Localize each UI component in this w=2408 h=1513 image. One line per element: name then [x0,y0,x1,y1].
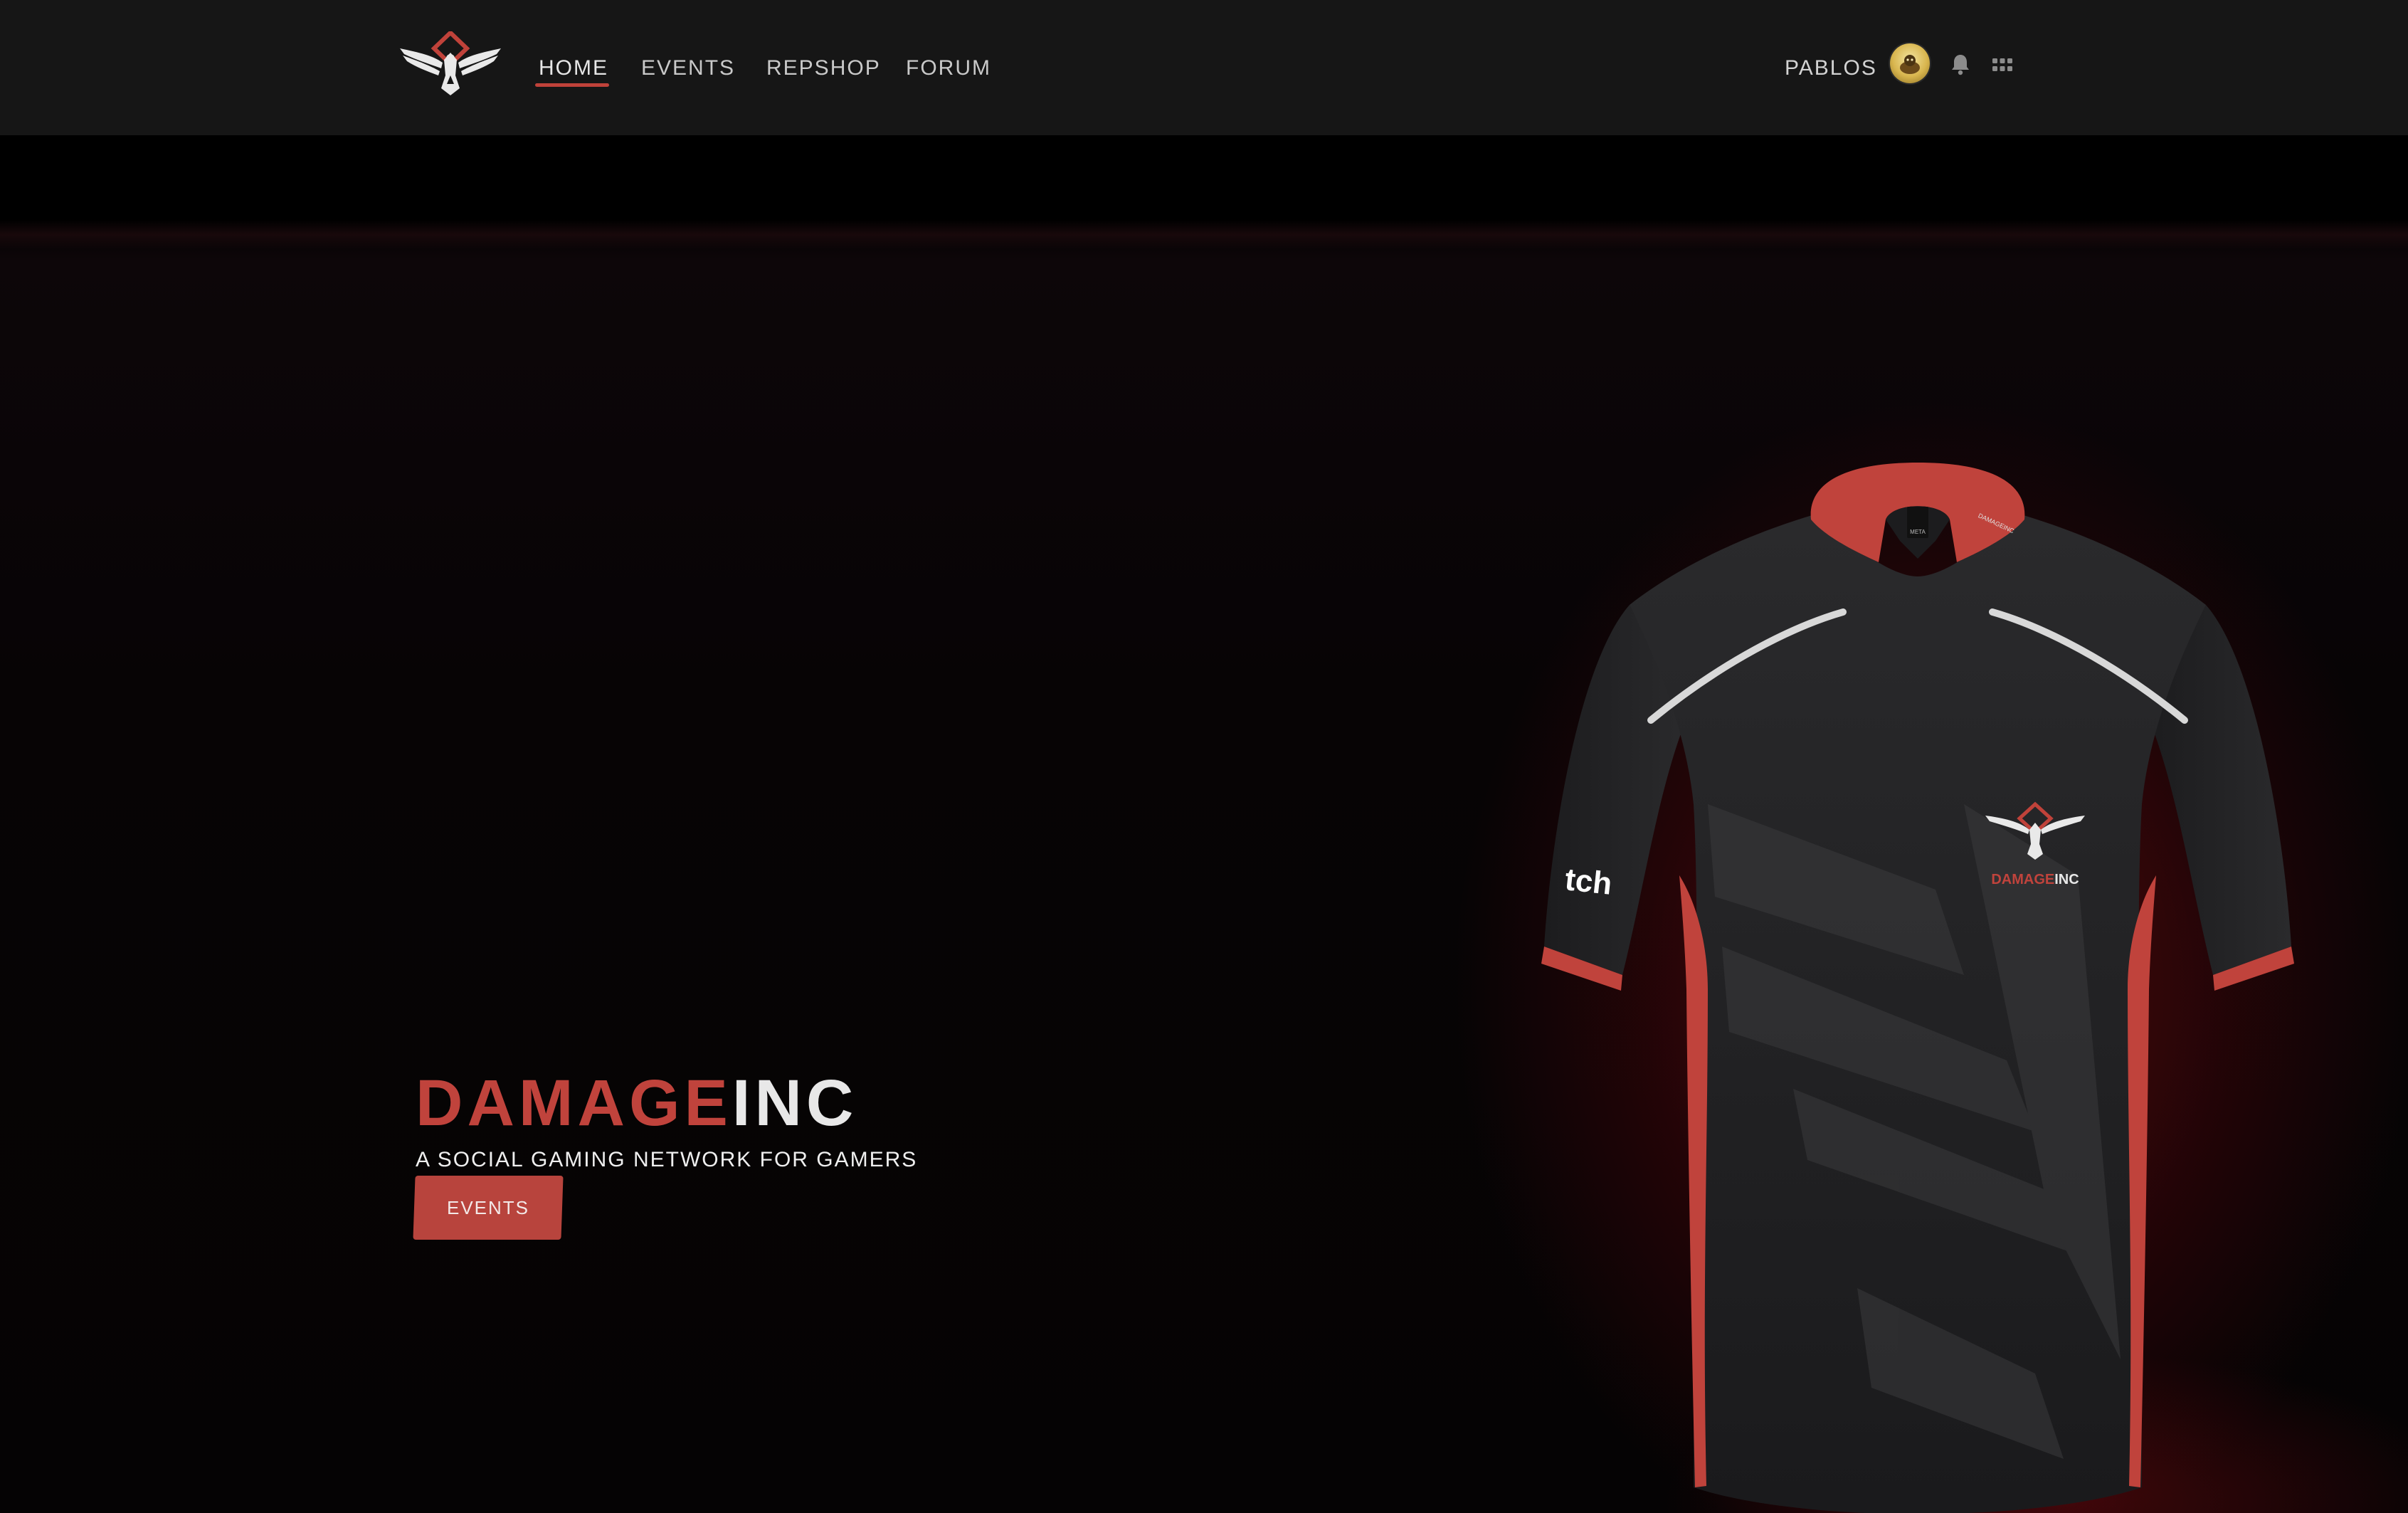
hero-title-inc: INC [732,1067,858,1139]
hero-glow-band [0,221,2408,249]
eagle-logo[interactable] [398,31,502,95]
username[interactable]: PABLOS [1785,54,1877,83]
avatar-image [1900,55,1920,74]
svg-text:DAMAGEINC: DAMAGEINC [1991,872,2079,887]
events-button[interactable]: EVENTS [413,1176,564,1240]
avatar[interactable] [1890,43,1930,83]
top-navigation-bar: HOME EVENTS REPSHOP FORUM PABLOS [0,0,2408,135]
nav-events[interactable]: EVENTS [641,54,735,83]
jersey-sleeve-sponsor: tch [1563,862,1614,902]
hero-title: DAMAGEINC [416,1060,857,1146]
nav-repshop[interactable]: REPSHOP [766,54,881,83]
nav-forum[interactable]: FORUM [906,54,991,83]
collar-tag-text: META [1910,529,1926,535]
bell-icon[interactable] [1950,53,1971,75]
hero-title-damage: DAMAGE [416,1067,732,1139]
nav-home[interactable]: HOME [539,54,608,83]
jersey-image: META DAMAGEINC DAMAGEINC tch [1541,463,2294,1513]
hero-section: META DAMAGEINC DAMAGEINC tch DAMAGEINC A… [0,135,2408,1513]
jersey-brand-part1: DAMAGE [1991,872,2054,887]
nav-active-indicator [535,83,609,87]
jersey-brand-part2: INC [2054,872,2079,887]
events-button-label: EVENTS [446,1196,530,1218]
apps-grid-icon[interactable] [1992,56,2012,75]
hero-subtitle: A SOCIAL GAMING NETWORK FOR GAMERS [416,1148,918,1171]
